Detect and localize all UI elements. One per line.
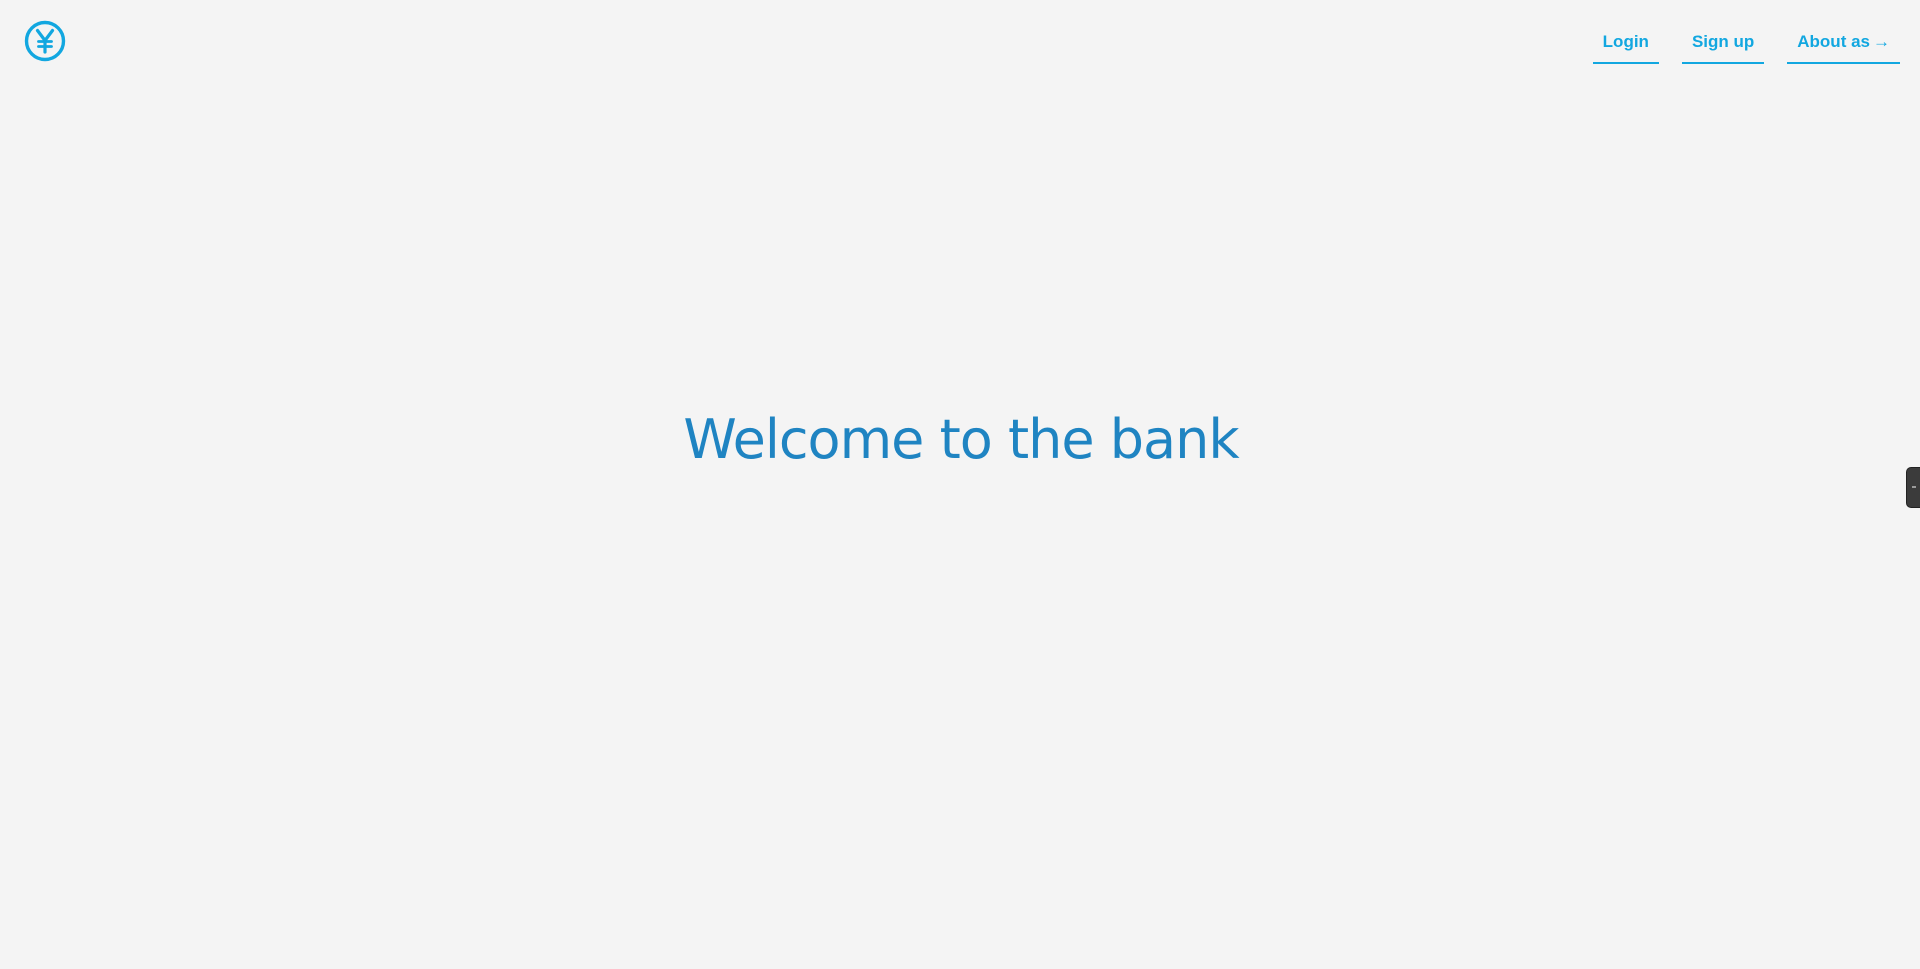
- side-panel-tab[interactable]: [1906, 467, 1920, 508]
- yen-circle-icon: [24, 20, 66, 62]
- signup-link[interactable]: Sign up: [1681, 28, 1765, 64]
- arrow-right-icon: →: [1873, 32, 1890, 51]
- about-link[interactable]: About as →: [1787, 28, 1900, 64]
- grip-handle-icon: [1912, 486, 1916, 488]
- login-link-label: Login: [1602, 32, 1649, 51]
- signup-link-label: Sign up: [1691, 32, 1755, 51]
- about-link-label: About as: [1797, 32, 1870, 51]
- login-link[interactable]: Login: [1592, 28, 1659, 64]
- page-title: Welcome to the bank: [683, 408, 1239, 471]
- logo-yen-icon[interactable]: [24, 20, 66, 62]
- top-nav: Login Sign up About as →: [1592, 28, 1900, 64]
- hero: Welcome to the bank: [0, 408, 1920, 471]
- page: Login Sign up About as → Welcome to the b…: [0, 0, 1920, 969]
